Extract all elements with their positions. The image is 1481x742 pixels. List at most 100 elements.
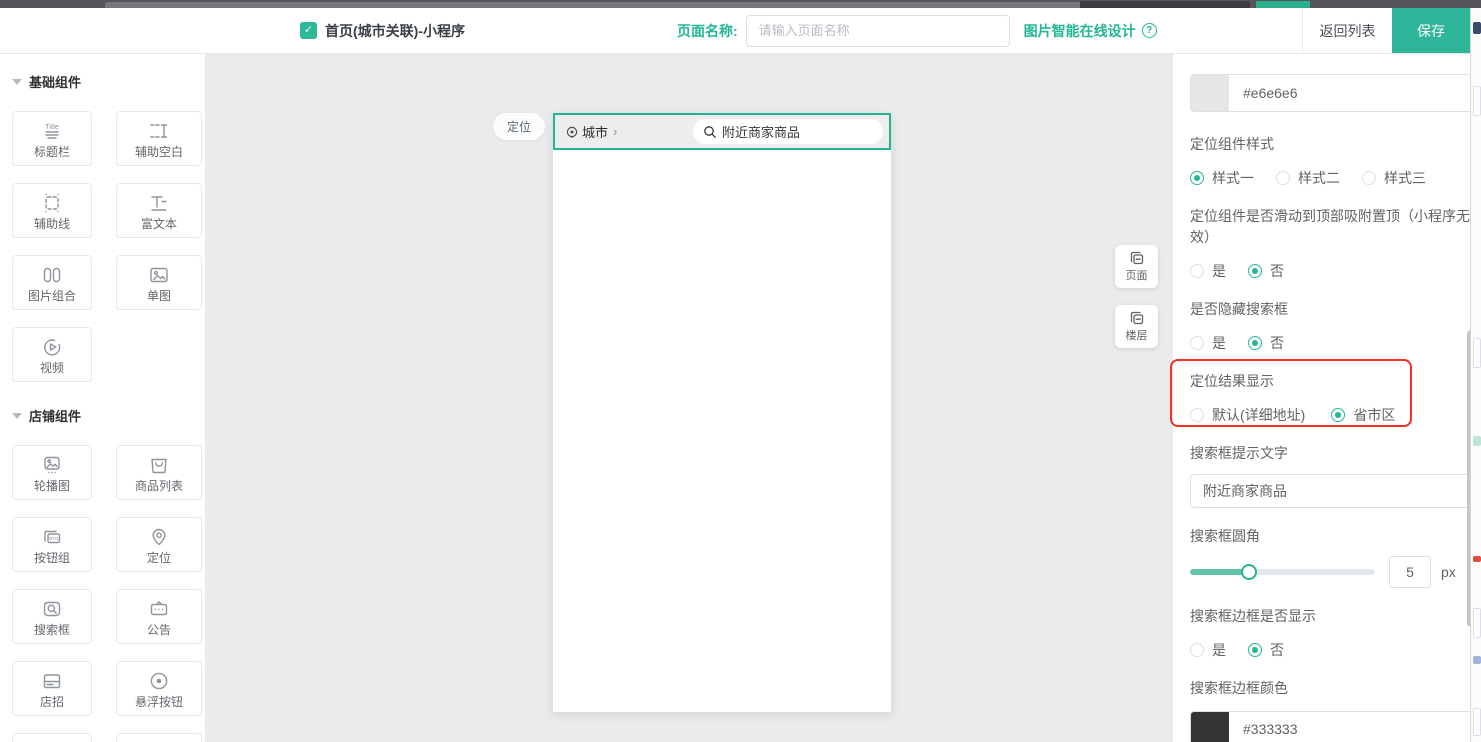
window-fragment <box>1473 436 1481 446</box>
smart-design-label: 图片智能在线设计 <box>1024 21 1136 41</box>
component-card-video[interactable]: 视频 <box>12 327 92 382</box>
design-canvas[interactable]: 定位 城市 › 附近商家商品 <box>205 54 1173 742</box>
shop-components-grid: 轮播图 商品列表 BTN 按钮组 <box>12 445 205 742</box>
group-shop-components[interactable]: 店铺组件 <box>12 406 205 425</box>
background-green-fragment <box>1256 1 1310 8</box>
search-hint-section-label: 搜索框提示文字 <box>1190 443 1472 463</box>
component-card-search-box[interactable]: 搜索框 <box>12 589 92 644</box>
window-fragment <box>1473 656 1481 664</box>
rich-text-icon <box>147 192 171 214</box>
location-pin-icon <box>147 526 171 548</box>
radio-style-3[interactable]: 样式三 <box>1362 168 1426 188</box>
smart-design-link[interactable]: 图片智能在线设计 ? <box>1024 21 1157 41</box>
group-basic-components[interactable]: 基础组件 <box>12 72 205 91</box>
hide-search-section-label: 是否隐藏搜索框 <box>1190 299 1472 319</box>
page-name-label: 页面名称: <box>677 21 738 41</box>
preview-search-box[interactable]: 附近商家商品 <box>693 119 883 144</box>
window-fragment <box>1473 338 1481 368</box>
city-label: 城市 <box>582 122 608 141</box>
radio-unchecked-icon <box>1190 264 1204 278</box>
save-button[interactable]: 保存 <box>1392 8 1470 53</box>
radio-unchecked-icon <box>1276 171 1290 185</box>
border-show-section-label: 搜索框边框是否显示 <box>1190 606 1472 626</box>
floors-button-label: 楼层 <box>1126 327 1148 343</box>
component-card-blank-space[interactable]: 辅助空白 <box>116 111 202 166</box>
page-name-group: 页面名称: <box>677 15 1010 47</box>
component-card-partial-1[interactable] <box>12 733 92 742</box>
radio-checked-icon <box>1248 643 1262 657</box>
page-checkbox[interactable]: ✓ <box>300 22 317 39</box>
radio-sticky-yes[interactable]: 是 <box>1190 261 1226 281</box>
help-icon[interactable]: ? <box>1142 23 1157 38</box>
component-card-store-sign[interactable]: 店招 <box>12 661 92 716</box>
component-card-button-group[interactable]: BTN 按钮组 <box>12 517 92 572</box>
radio-border-no[interactable]: 否 <box>1248 640 1284 660</box>
pages-button[interactable]: 页面 <box>1115 245 1158 288</box>
settings-panel: #e6e6e6 定位组件样式 样式一 样式二 样式三 定位组件是否滑动到顶部吸附… <box>1173 54 1481 742</box>
component-card-carousel[interactable]: 轮播图 <box>12 445 92 500</box>
svg-text:Title: Title <box>45 122 59 131</box>
component-card-float-button[interactable]: 悬浮按钮 <box>116 661 202 716</box>
window-fragment <box>1473 708 1481 736</box>
background-window-sliver <box>1470 8 1481 742</box>
component-card-image-group[interactable]: 图片组合 <box>12 255 92 310</box>
collapse-arrow-icon <box>12 79 22 85</box>
sticky-radio-group: 是 否 <box>1190 261 1472 281</box>
radio-hide-yes[interactable]: 是 <box>1190 333 1226 353</box>
component-card-notice[interactable]: 公告 <box>116 589 202 644</box>
radius-value-input[interactable] <box>1389 556 1431 588</box>
page-title-group: ✓ 首页(城市关联)-小程序 <box>300 21 465 41</box>
style-section-label: 定位组件样式 <box>1190 134 1472 154</box>
radio-result-default[interactable]: 默认(详细地址) <box>1190 405 1305 425</box>
component-card-titlebar[interactable]: Title 标题栏 <box>12 111 92 166</box>
main-layout: 基础组件 Title 标题栏 辅助空白 <box>0 54 1481 742</box>
phone-preview[interactable]: 城市 › 附近商家商品 <box>553 113 891 712</box>
city-selector[interactable]: 城市 › <box>565 122 617 141</box>
radio-checked-icon <box>1331 408 1345 422</box>
border-color-field[interactable]: #333333 <box>1190 711 1472 742</box>
notice-icon <box>147 598 171 620</box>
component-bg-color-field[interactable]: #e6e6e6 <box>1190 74 1472 112</box>
radio-unchecked-icon <box>1190 408 1204 422</box>
floors-button[interactable]: 楼层 <box>1115 305 1158 348</box>
window-fragment <box>1473 86 1481 116</box>
radio-hide-no[interactable]: 否 <box>1248 333 1284 353</box>
slider-handle[interactable] <box>1241 564 1257 580</box>
search-hint-input[interactable] <box>1190 474 1472 508</box>
component-card-guideline[interactable]: 辅助线 <box>12 183 92 238</box>
title-bar-icon: Title <box>40 120 64 142</box>
window-fragment <box>1473 22 1481 34</box>
layers-icon <box>1128 310 1145 326</box>
city-location-icon <box>565 125 579 139</box>
component-card-richtext[interactable]: 富文本 <box>116 183 202 238</box>
component-card-location[interactable]: 定位 <box>116 517 202 572</box>
border-color-section-label: 搜索框边框颜色 <box>1190 678 1472 698</box>
color-swatch-dark[interactable] <box>1191 712 1229 742</box>
location-component-selected[interactable]: 城市 › 附近商家商品 <box>553 113 891 150</box>
window-fragment <box>1473 556 1481 562</box>
component-sidebar: 基础组件 Title 标题栏 辅助空白 <box>0 54 205 742</box>
store-sign-icon <box>40 670 64 692</box>
component-card-product-list[interactable]: 商品列表 <box>116 445 202 500</box>
carousel-icon <box>40 454 64 476</box>
component-card-single-image[interactable]: 单图 <box>116 255 202 310</box>
hide-search-radio-group: 是 否 <box>1190 333 1472 353</box>
back-to-list-button[interactable]: 返回列表 <box>1302 8 1392 53</box>
radio-style-1[interactable]: 样式一 <box>1190 168 1254 188</box>
radio-sticky-no[interactable]: 否 <box>1248 261 1284 281</box>
radius-unit-label: px <box>1441 564 1456 580</box>
single-image-icon <box>147 264 171 286</box>
radio-style-2[interactable]: 样式二 <box>1276 168 1340 188</box>
color-swatch-gray[interactable] <box>1191 75 1229 111</box>
radio-border-yes[interactable]: 是 <box>1190 640 1226 660</box>
background-browser-top <box>0 0 1481 8</box>
component-card-partial-2[interactable] <box>116 733 202 742</box>
radius-slider[interactable] <box>1190 556 1375 588</box>
page-name-input[interactable] <box>746 15 1010 47</box>
radius-slider-row: px <box>1190 556 1472 588</box>
radio-checked-icon <box>1190 171 1204 185</box>
video-icon <box>40 336 64 358</box>
radio-checked-icon <box>1248 264 1262 278</box>
radio-result-region[interactable]: 省市区 <box>1331 405 1395 425</box>
color-value: #333333 <box>1229 721 1298 737</box>
